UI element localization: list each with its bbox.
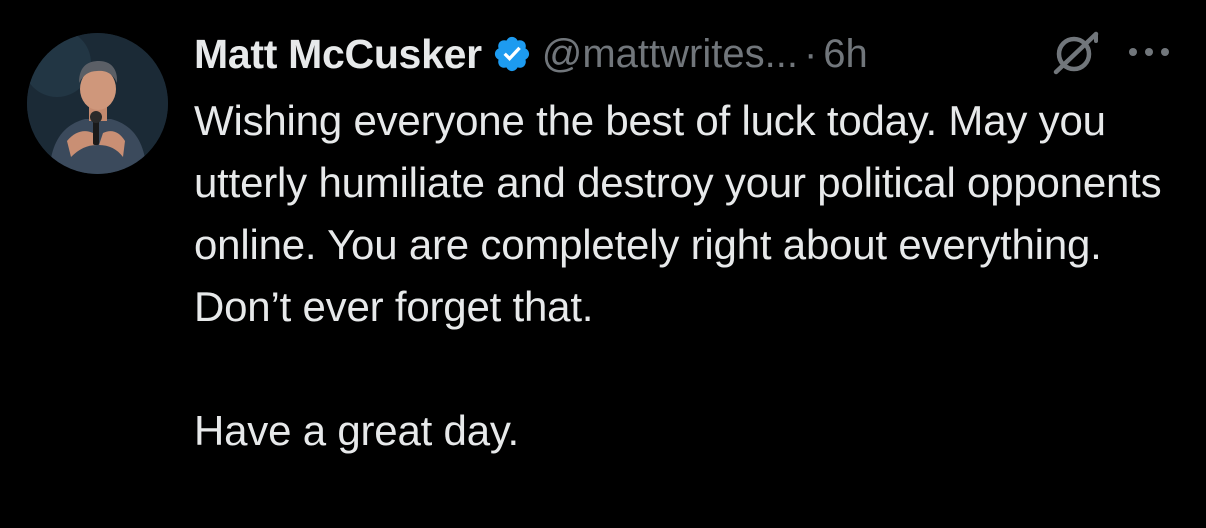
grok-icon[interactable] (1050, 31, 1102, 75)
avatar[interactable] (27, 33, 168, 174)
avatar-photo-icon (27, 33, 168, 174)
tweet-card[interactable]: Matt McCusker @mattwrites... · 6h Wishin… (0, 0, 1206, 528)
author-handle[interactable]: @mattwrites... (542, 32, 798, 77)
tweet-timestamp[interactable]: 6h (823, 32, 868, 77)
tweet-header: Matt McCusker @mattwrites... · 6h (194, 26, 1184, 82)
more-options-icon[interactable] (1124, 34, 1174, 70)
verified-badge-icon (492, 34, 532, 74)
tweet-paragraph: Have a great day. (194, 407, 520, 454)
tweet-text: Wishing everyone the best of luck today.… (194, 90, 1184, 462)
author-display-name[interactable]: Matt McCusker (194, 31, 482, 78)
header-separator: · (803, 31, 818, 76)
tweet-paragraph: Wishing everyone the best of luck today.… (194, 97, 1162, 330)
